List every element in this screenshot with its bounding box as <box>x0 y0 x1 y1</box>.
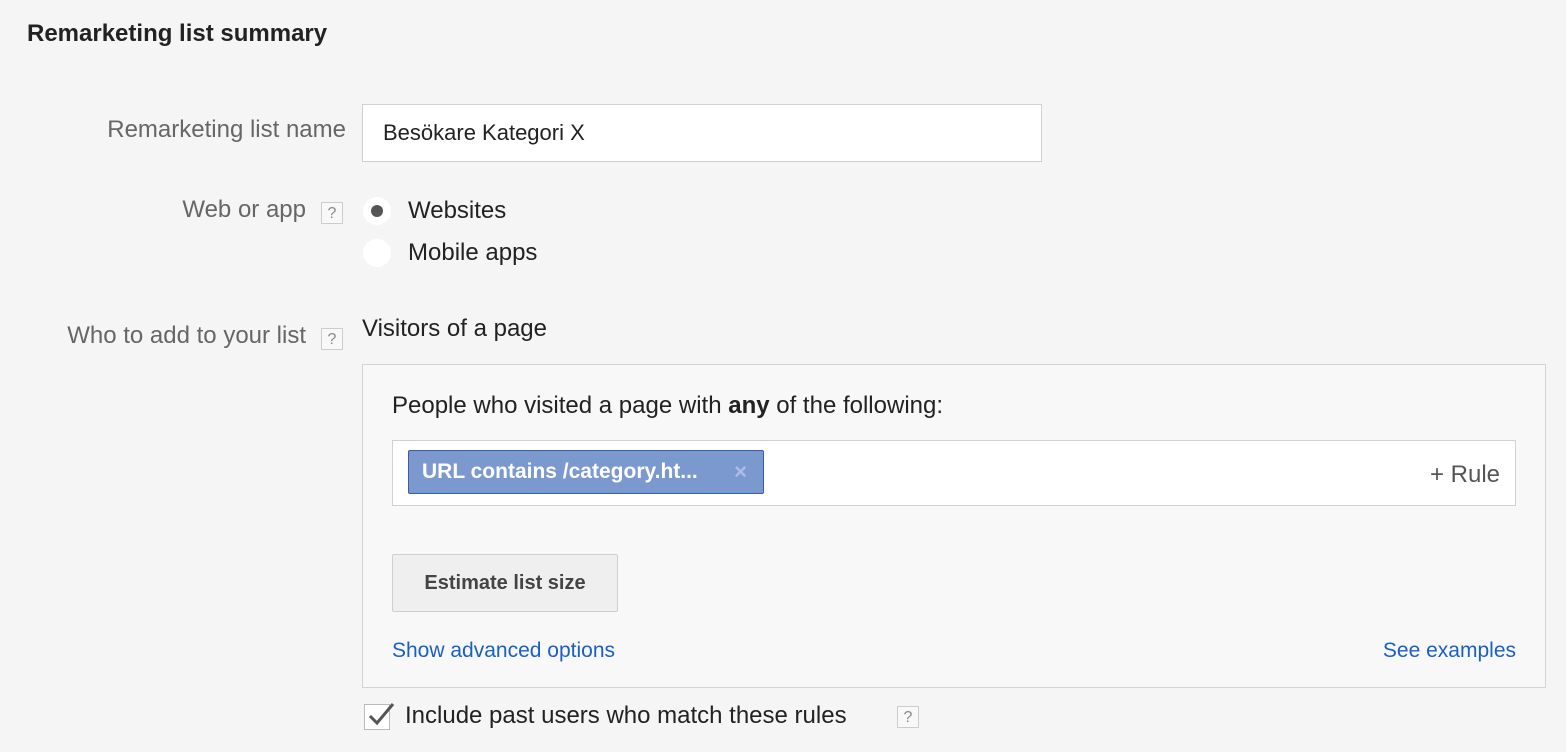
estimate-list-size-button[interactable]: Estimate list size <box>392 554 618 612</box>
section-title: Remarketing list summary <box>27 20 328 47</box>
add-rule-button[interactable]: + Rule <box>1430 461 1500 489</box>
rule-chip-label: URL contains /category.ht... <box>422 460 698 483</box>
rules-intro-pre: People who visited a page with <box>392 392 729 419</box>
checkmark-icon <box>368 703 395 726</box>
web-or-app-label: Web or app <box>182 196 306 223</box>
include-past-users-label[interactable]: Include past users who match these rules <box>405 702 847 730</box>
see-examples-link[interactable]: See examples <box>1383 639 1516 663</box>
who-to-add-value[interactable]: Visitors of a page <box>362 315 547 343</box>
radio-mobile-apps[interactable] <box>363 239 391 267</box>
rules-intro-post: of the following: <box>769 392 944 419</box>
include-past-users-checkbox[interactable] <box>364 703 395 730</box>
rule-chip[interactable]: URL contains /category.ht... × <box>408 450 764 494</box>
who-to-add-label: Who to add to your list <box>67 322 306 349</box>
option-mobile-apps-label[interactable]: Mobile apps <box>408 239 537 267</box>
help-icon[interactable]: ? <box>321 328 343 350</box>
rules-intro-bold: any <box>728 392 770 419</box>
list-name-input[interactable]: Besökare Kategori X <box>362 104 1042 162</box>
remove-x-icon[interactable]: × <box>734 451 747 493</box>
help-icon[interactable]: ? <box>897 706 919 728</box>
rules-intro: People who visited a page with any of th… <box>392 392 943 420</box>
radio-websites[interactable] <box>363 197 391 225</box>
help-icon[interactable]: ? <box>321 202 343 224</box>
show-advanced-options-link[interactable]: Show advanced options <box>392 639 615 663</box>
option-websites-label[interactable]: Websites <box>408 197 506 225</box>
list-name-label: Remarketing list name <box>107 116 346 143</box>
